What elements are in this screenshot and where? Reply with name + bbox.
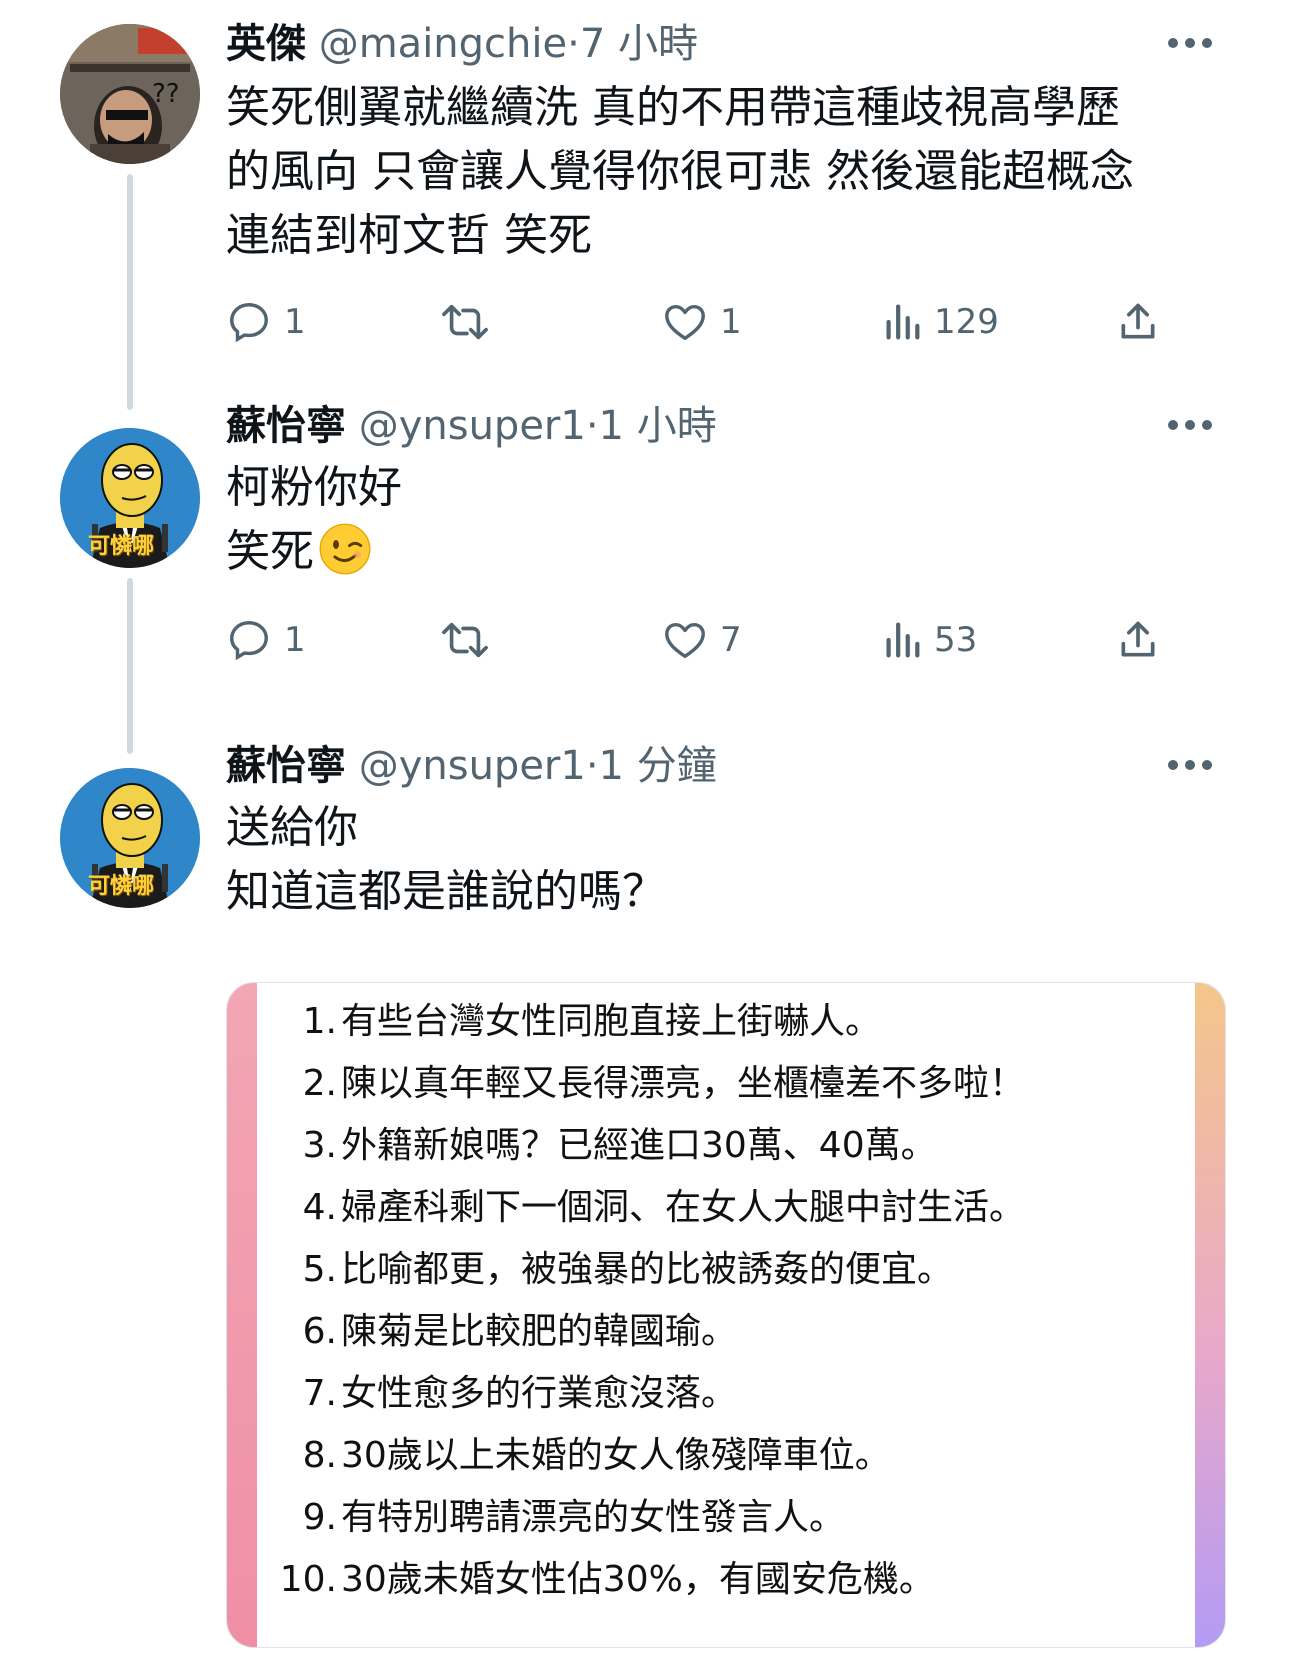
timestamp[interactable]: 1 分鐘 <box>599 743 717 789</box>
tweet-text-line: 柯粉你好 <box>226 462 402 513</box>
list-item: 7. 女性愈多的行業愈沒落。 <box>302 1373 738 1414</box>
reply-button[interactable]: 1 <box>226 294 306 350</box>
tweet-text-line: 的風向 只會讓人覺得你很可悲 然後還能超概念 <box>226 146 1134 197</box>
display-name[interactable]: 蘇怡寧 <box>226 403 346 449</box>
list-item: 4. 婦產科剩下一個洞、在女人大腿中討生活。 <box>302 1187 1026 1228</box>
list-item: 6. 陳菊是比較肥的韓國瑜。 <box>302 1311 738 1352</box>
user-avatar[interactable]: 可憐哪 <box>60 768 200 908</box>
separator: · <box>567 21 580 67</box>
svg-text:??: ?? <box>152 79 180 109</box>
reply-button[interactable]: 1 <box>226 612 306 668</box>
retweet-button[interactable] <box>440 294 490 350</box>
heart-icon <box>665 622 705 659</box>
more-options-icon[interactable] <box>1168 760 1212 772</box>
tweet[interactable]: ?? 英傑 @maingchie·7 小時 笑死側翼就繼續洗 真的不用帶這種歧視… <box>0 0 1290 400</box>
winking-face-emoji-icon <box>319 523 371 575</box>
tweet-actions: 1 7 53 <box>226 612 1216 668</box>
avatar-caption: 可憐哪 <box>88 874 155 899</box>
like-button[interactable]: 1 <box>662 294 742 350</box>
timestamp[interactable]: 7 小時 <box>580 21 698 67</box>
separator: · <box>585 403 599 449</box>
list-item: 10. 30歲未婚女性佔30%，有國安危機。 <box>279 1559 935 1600</box>
heart-icon <box>665 304 705 341</box>
views-chart-icon <box>886 304 920 340</box>
user-handle[interactable]: @maingchie <box>319 21 567 67</box>
display-name[interactable]: 蘇怡寧 <box>226 743 346 789</box>
reply-icon <box>230 621 268 661</box>
more-options-icon[interactable] <box>1168 420 1212 432</box>
share-button[interactable] <box>1116 294 1160 350</box>
tweet-text: 送給你 知道這都是誰說的嗎？ <box>226 796 1226 924</box>
tweet-text: 笑死側翼就繼續洗 真的不用帶這種歧視高學歷 的風向 只會讓人覺得你很可悲 然後還… <box>226 76 1226 268</box>
user-avatar-photo-icon: ?? <box>60 24 200 164</box>
list-item: 9. 有特別聘請漂亮的女性發言人。 <box>302 1497 846 1538</box>
like-count: 7 <box>720 620 742 660</box>
share-button[interactable] <box>1116 612 1160 668</box>
tweet-text-line: 笑死側翼就繼續洗 真的不用帶這種歧視高學歷 <box>226 82 1120 133</box>
tweet-text-line: 連結到柯文哲 笑死 <box>226 210 592 261</box>
user-handle[interactable]: @ynsuper1 <box>359 743 586 789</box>
share-icon <box>1121 303 1155 339</box>
more-options-icon[interactable] <box>1168 38 1212 50</box>
list-item: 8. 30歲以上未婚的女人像殘障車位。 <box>302 1435 891 1476</box>
image-right-border <box>1195 983 1225 1647</box>
tweet-text: 柯粉你好 笑死 <box>226 456 1226 584</box>
retweet-icon <box>442 622 488 658</box>
tweet[interactable]: 可憐哪 蘇怡寧 @ynsuper1·1 小時 柯粉你好 笑死 1 7 53 <box>0 400 1290 740</box>
like-button[interactable]: 7 <box>662 612 742 668</box>
tweet-text-line: 知道這都是誰說的嗎？ <box>226 866 666 917</box>
user-avatar[interactable]: 可憐哪 <box>60 428 200 568</box>
tweet-header: 蘇怡寧 @ynsuper1·1 分鐘 <box>226 738 717 794</box>
tweet-text-line: 送給你 <box>226 802 358 853</box>
reply-count: 1 <box>284 620 306 660</box>
display-name[interactable]: 英傑 <box>226 21 306 67</box>
retweet-icon <box>442 304 488 340</box>
reply-count: 1 <box>284 302 306 342</box>
tweet-header: 蘇怡寧 @ynsuper1·1 小時 <box>226 398 717 454</box>
image-left-border <box>227 983 257 1647</box>
list-item: 2. 陳以真年輕又長得漂亮，坐櫃檯差不多啦！ <box>302 1063 1026 1104</box>
tweet-text-line: 笑死 <box>226 520 1226 584</box>
views-chart-icon <box>886 622 920 658</box>
user-handle[interactable]: @ynsuper1 <box>359 403 586 449</box>
share-icon <box>1121 621 1155 657</box>
separator: · <box>585 743 599 789</box>
timestamp[interactable]: 1 小時 <box>599 403 717 449</box>
list-item: 1. 有些台灣女性同胞直接上街嚇人。 <box>302 1001 882 1042</box>
views-button[interactable]: 129 <box>882 294 999 350</box>
tweet-actions: 1 1 129 <box>226 294 1216 350</box>
avatar-caption: 可憐哪 <box>88 534 155 559</box>
view-count: 53 <box>934 620 978 660</box>
attached-image[interactable]: 1. 有些台灣女性同胞直接上街嚇人。 2. 陳以真年輕又長得漂亮，坐櫃檯差不多啦！ … <box>226 982 1226 1648</box>
retweet-button[interactable] <box>440 612 490 668</box>
reply-icon <box>230 303 268 343</box>
tweet-header: 英傑 @maingchie·7 小時 <box>226 16 698 72</box>
views-button[interactable]: 53 <box>882 612 977 668</box>
like-count: 1 <box>720 302 742 342</box>
quote-list: 1. 有些台灣女性同胞直接上街嚇人。 2. 陳以真年輕又長得漂亮，坐櫃檯差不多啦！ … <box>273 991 1025 1611</box>
list-item: 5. 比喻都更，被強暴的比被誘姦的便宜。 <box>302 1249 954 1290</box>
user-avatar[interactable]: ?? <box>60 24 200 164</box>
list-item: 3. 外籍新娘嗎？已經進口30萬、40萬。 <box>302 1125 937 1166</box>
view-count: 129 <box>934 302 999 342</box>
